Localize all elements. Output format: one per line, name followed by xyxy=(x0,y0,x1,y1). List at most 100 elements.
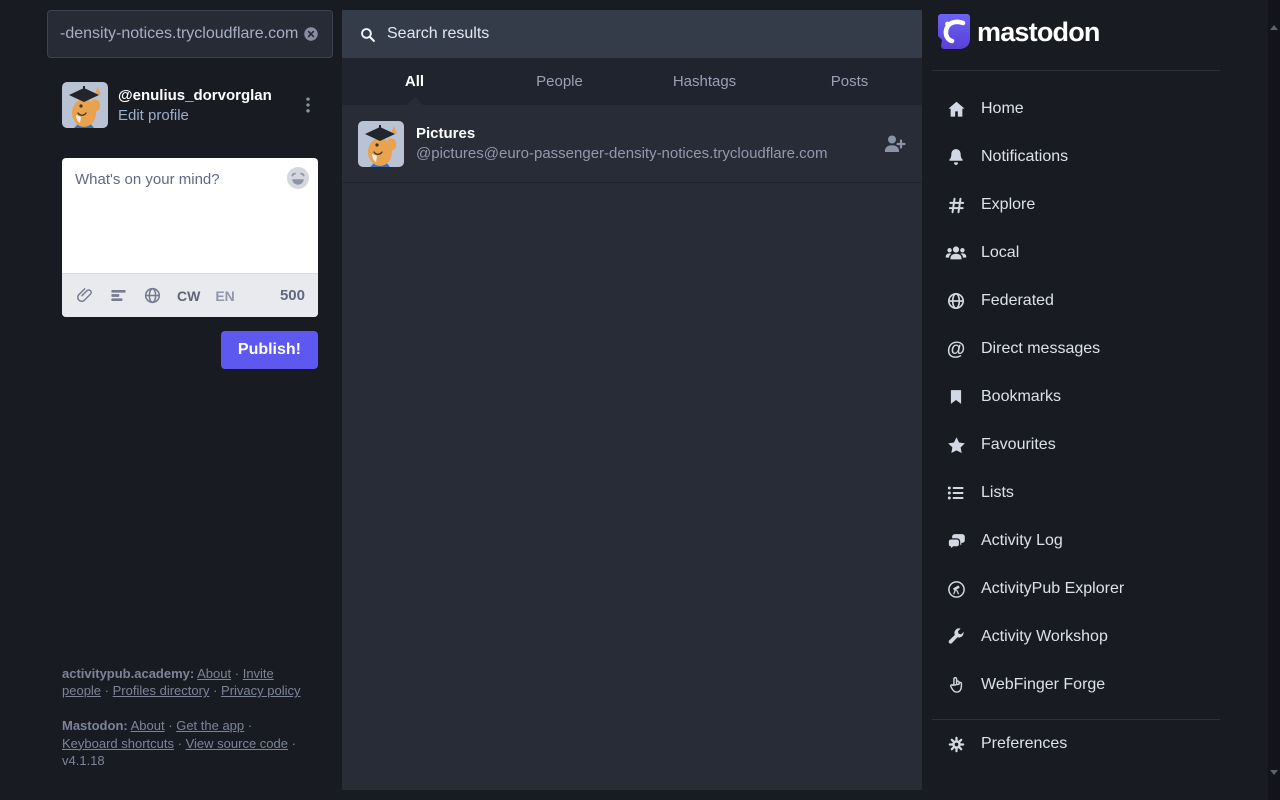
at-icon: @ xyxy=(946,338,966,360)
attach-file-icon[interactable] xyxy=(75,286,94,305)
avatar[interactable] xyxy=(62,82,108,128)
tab-all[interactable]: All xyxy=(342,58,487,105)
search-input[interactable] xyxy=(60,25,302,43)
scrollbar-down-arrow-icon[interactable] xyxy=(1270,770,1278,775)
nav-item-lists[interactable]: Lists xyxy=(932,469,1220,517)
footer-link-about-instance[interactable]: About xyxy=(197,666,231,681)
footer-link-profiles-directory[interactable]: Profiles directory xyxy=(113,683,210,698)
tab-people-label: People xyxy=(536,73,583,90)
tab-posts[interactable]: Posts xyxy=(777,58,922,105)
content-warning-button[interactable]: CW xyxy=(177,288,200,304)
current-account: @enulius_dorvorglan Edit profile xyxy=(62,82,318,128)
bookmark-icon xyxy=(945,388,967,406)
follow-user-icon[interactable] xyxy=(882,132,906,156)
home-icon xyxy=(945,99,967,120)
tab-hashtags-label: Hashtags xyxy=(672,73,737,90)
mastodon-logo[interactable]: mastodon xyxy=(932,10,1220,54)
mastodon-glyph-icon xyxy=(937,13,971,51)
nav-label: Favourites xyxy=(981,436,1056,453)
star-icon xyxy=(945,435,967,456)
mastodon-label: Mastodon: xyxy=(62,717,128,733)
footer-link-privacy-policy[interactable]: Privacy policy xyxy=(221,683,300,698)
search-results-header[interactable]: Search results xyxy=(342,10,922,58)
search-icon xyxy=(359,26,376,43)
nav-label: Activity Workshop xyxy=(981,628,1108,645)
tab-people[interactable]: People xyxy=(487,58,632,105)
publish-button[interactable]: Publish! xyxy=(220,331,318,369)
clear-search-icon[interactable] xyxy=(302,25,320,43)
account-handle: @enulius_dorvorglan xyxy=(118,86,272,104)
compose-body xyxy=(62,158,318,273)
footer-instance-links: activitypub.academy: About · Invite peop… xyxy=(62,665,310,700)
nav-item-preferences[interactable]: Preferences xyxy=(932,720,1220,768)
nav-item-direct-messages[interactable]: @ Direct messages xyxy=(932,325,1220,373)
search-results-column: Search results All People Hashtags Posts… xyxy=(342,10,922,790)
nav-label: Explore xyxy=(981,196,1036,213)
footer-separator: · xyxy=(177,735,182,751)
compose-drawer: @enulius_dorvorglan Edit profile xyxy=(47,10,333,790)
privacy-globe-icon[interactable] xyxy=(143,286,162,305)
nav-item-activity-log[interactable]: Activity Log xyxy=(932,517,1220,565)
result-avatar xyxy=(358,120,404,167)
poll-icon[interactable] xyxy=(109,286,128,305)
nav-item-webfinger-forge[interactable]: WebFinger Forge xyxy=(932,661,1220,709)
compose-toolbar: CW EN 500 xyxy=(62,273,318,317)
page-scrollbar[interactable] xyxy=(1268,0,1280,800)
result-texts: Pictures @pictures@euro-passenger-densit… xyxy=(416,125,827,162)
nav-label: Bookmarks xyxy=(981,388,1062,405)
nav-label: ActivityPub Explorer xyxy=(981,580,1125,597)
tab-hashtags[interactable]: Hashtags xyxy=(632,58,777,105)
compose-textarea[interactable] xyxy=(62,158,318,273)
telescope-circle-icon xyxy=(945,579,967,600)
nav-item-explore[interactable]: Explore xyxy=(932,181,1220,229)
search-tabs: All People Hashtags Posts xyxy=(342,58,922,105)
language-button[interactable]: EN xyxy=(215,288,234,304)
account-result-row[interactable]: Pictures @pictures@euro-passenger-densit… xyxy=(342,105,922,183)
edit-profile-link[interactable]: Edit profile xyxy=(118,107,272,124)
footer-separator: · xyxy=(168,717,173,733)
footer-link-view-source[interactable]: View source code xyxy=(186,736,288,751)
nav-item-favourites[interactable]: Favourites xyxy=(932,421,1220,469)
nav-item-activity-workshop[interactable]: Activity Workshop xyxy=(932,613,1220,661)
nav-divider xyxy=(932,70,1220,71)
nav-label: Local xyxy=(981,244,1020,261)
nav-item-local[interactable]: Local xyxy=(932,229,1220,277)
nav-label: Direct messages xyxy=(981,340,1101,357)
footer-mastodon-links: Mastodon: About · Get the app · Keyboard… xyxy=(62,717,310,770)
footer-link-get-the-app[interactable]: Get the app xyxy=(176,718,244,733)
nav-label: Preferences xyxy=(981,735,1068,752)
drawer-inner: @enulius_dorvorglan Edit profile What's … xyxy=(62,82,318,780)
users-icon xyxy=(945,242,967,264)
footer-link-about-mastodon[interactable]: About xyxy=(131,718,165,733)
mastodon-wordmark: mastodon xyxy=(977,16,1100,47)
nav-item-activitypub-explorer[interactable]: ActivityPub Explorer xyxy=(932,565,1220,613)
drawer-footer: activitypub.academy: About · Invite peop… xyxy=(62,665,310,770)
nav-label: Notifications xyxy=(981,148,1069,165)
character-counter: 500 xyxy=(279,287,305,304)
hand-point-up-icon xyxy=(945,675,967,695)
result-handle: @pictures@euro-passenger-density-notices… xyxy=(416,145,828,162)
results-empty-area xyxy=(342,183,922,790)
footer-link-keyboard-shortcuts[interactable]: Keyboard shortcuts xyxy=(62,736,174,751)
tab-all-label: All xyxy=(404,73,425,90)
emoji-picker-icon[interactable] xyxy=(286,166,310,190)
nav-item-home[interactable]: Home xyxy=(932,85,1220,133)
nav-item-bookmarks[interactable]: Bookmarks xyxy=(932,373,1220,421)
nav-label: Home xyxy=(981,100,1024,117)
gear-icon xyxy=(945,735,967,754)
footer-separator: · xyxy=(291,735,296,751)
account-menu-icon[interactable] xyxy=(298,95,318,115)
nav-item-federated[interactable]: Federated xyxy=(932,277,1220,325)
nav-item-notifications[interactable]: Notifications xyxy=(932,133,1220,181)
result-display-name: Pictures xyxy=(416,125,476,142)
footer-separator: · xyxy=(247,717,253,733)
footer-separator: · xyxy=(234,665,240,681)
scrollbar-up-arrow-icon[interactable] xyxy=(1270,25,1278,30)
drawer-search-box xyxy=(47,10,333,58)
footer-separator: · xyxy=(104,683,110,699)
instance-name: activitypub.academy: xyxy=(62,665,195,681)
footer-separator: · xyxy=(213,683,218,699)
comments-icon xyxy=(945,531,967,552)
nav-label: Federated xyxy=(981,292,1054,309)
publish-row: Publish! xyxy=(62,331,318,369)
